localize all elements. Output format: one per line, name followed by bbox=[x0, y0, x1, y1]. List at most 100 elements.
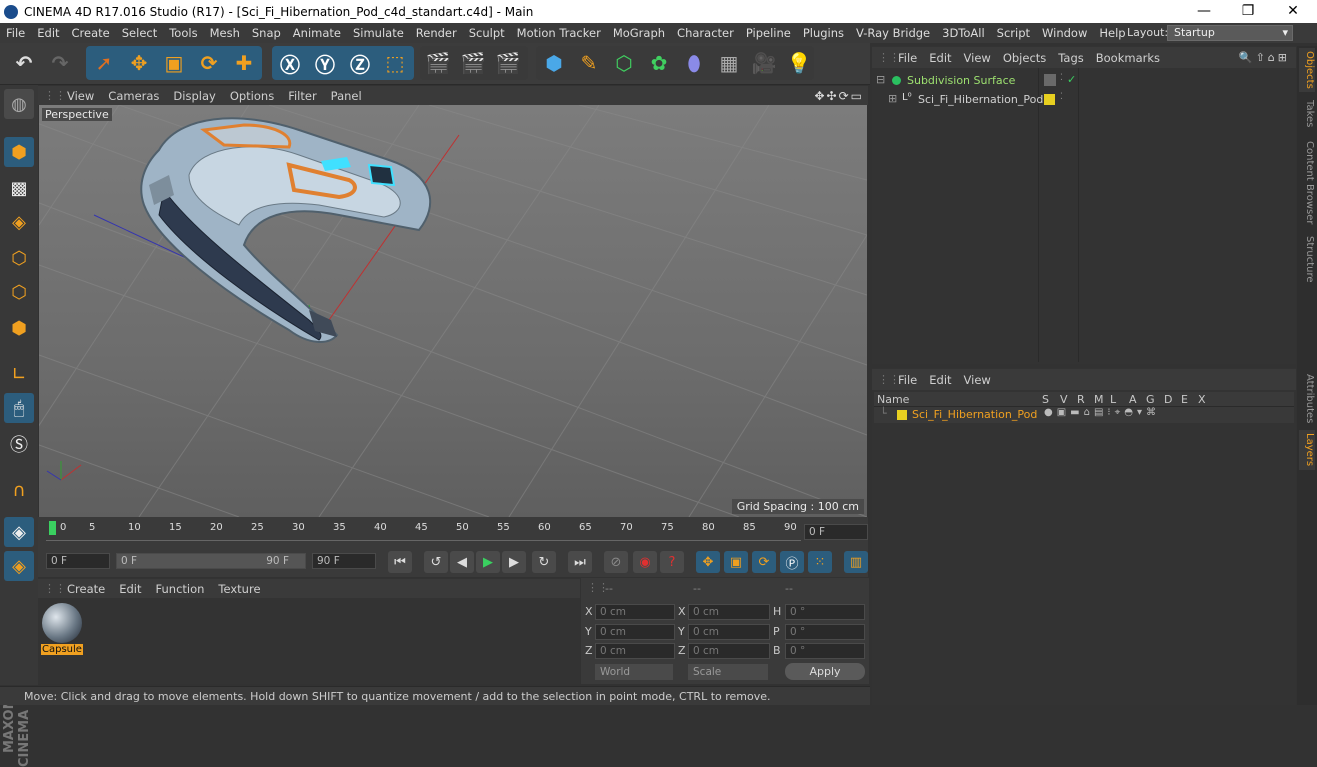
material-menu-texture[interactable]: Texture bbox=[211, 582, 267, 596]
key-parameter-button[interactable]: Ⓟ bbox=[780, 551, 804, 573]
subdivision-button[interactable]: ⬡ bbox=[608, 47, 640, 79]
coordinate-system-button[interactable]: ⬚ bbox=[379, 47, 411, 79]
menu-animate[interactable]: Animate bbox=[287, 26, 347, 40]
key-pla-button[interactable]: ⁙ bbox=[808, 551, 832, 573]
object-menu-file[interactable]: File bbox=[892, 51, 923, 65]
frame-range-slider[interactable]: 0 F 90 F bbox=[116, 553, 306, 569]
size-mode-select[interactable]: Scale bbox=[688, 664, 768, 680]
playhead-marker[interactable] bbox=[49, 521, 56, 535]
light-button[interactable]: 💡 bbox=[783, 47, 815, 79]
layer-col-expressions[interactable]: E bbox=[1181, 393, 1188, 406]
planar-workplane-button[interactable]: ◈ bbox=[4, 551, 34, 581]
object-menu-objects[interactable]: Objects bbox=[997, 51, 1052, 65]
magnet-button[interactable]: ∩ bbox=[4, 475, 34, 505]
workplane-mode-button[interactable]: ◈ bbox=[4, 207, 34, 237]
previous-frame-button[interactable]: ◀ bbox=[450, 551, 474, 573]
point-mode-button[interactable]: ⬡ bbox=[4, 243, 34, 273]
object-row[interactable]: ⊞ L⁰ Sci_Fi_Hibernation_Pod ⁚ bbox=[874, 91, 1294, 109]
layer-col-name[interactable]: Name bbox=[877, 393, 909, 406]
size-z-field[interactable]: 0 cm bbox=[688, 643, 770, 659]
menu-vray-bridge[interactable]: V-Ray Bridge bbox=[850, 26, 936, 40]
menu-help[interactable]: Help bbox=[1093, 26, 1131, 40]
rotate-tool-button[interactable]: ⟳ bbox=[193, 47, 225, 79]
deformer-button[interactable]: ⬮ bbox=[678, 47, 710, 79]
layer-col-xref[interactable]: X bbox=[1198, 393, 1206, 406]
menu-sculpt[interactable]: Sculpt bbox=[463, 26, 511, 40]
material-swatch[interactable]: Capsule bbox=[41, 602, 83, 658]
x-axis-button[interactable]: Ⓧ bbox=[274, 47, 306, 79]
tab-objects[interactable]: Objects bbox=[1299, 48, 1315, 92]
render-view-button[interactable]: 🎬 bbox=[422, 47, 454, 79]
material-menu-create[interactable]: Create bbox=[60, 582, 112, 596]
autokey-button[interactable]: ? bbox=[660, 551, 684, 573]
record-disabled-button[interactable]: ⊘ bbox=[604, 551, 628, 573]
y-axis-button[interactable]: Ⓨ bbox=[309, 47, 341, 79]
snap-button[interactable]: Ⓢ bbox=[4, 429, 34, 459]
layer-col-render[interactable]: R bbox=[1077, 393, 1085, 406]
layer-menu-file[interactable]: File bbox=[892, 373, 923, 387]
layer-col-animation[interactable]: A bbox=[1129, 393, 1137, 406]
render-settings-button[interactable]: 🎬 bbox=[492, 47, 524, 79]
viewport-camera-label[interactable]: Perspective bbox=[42, 108, 112, 121]
menu-tools[interactable]: Tools bbox=[163, 26, 203, 40]
menu-window[interactable]: Window bbox=[1036, 26, 1093, 40]
minimize-button[interactable]: — bbox=[1181, 0, 1227, 23]
next-key-button[interactable]: ↻ bbox=[532, 551, 556, 573]
viewport-nav-icons[interactable]: ✥✣⟳▭ bbox=[814, 89, 864, 103]
size-x-field[interactable]: 0 cm bbox=[688, 604, 770, 620]
layer-row[interactable]: └ Sci_Fi_Hibernation_Pod ●▣▬⌂▤⁝⌖◓▾⌘ bbox=[874, 407, 1294, 423]
live-selection-button[interactable]: ➚ bbox=[88, 47, 120, 79]
layer-toggle-icons[interactable]: ●▣▬⌂▤⁝⌖◓▾⌘ bbox=[1044, 407, 1160, 418]
enabled-check-icon[interactable]: ✓ bbox=[1067, 73, 1076, 86]
search-nav-icons[interactable]: 🔍⇧⌂⊞ bbox=[1239, 51, 1290, 64]
model-mode-button[interactable]: ⬢ bbox=[4, 137, 34, 167]
menu-render[interactable]: Render bbox=[410, 26, 463, 40]
size-y-field[interactable]: 0 cm bbox=[688, 624, 770, 640]
object-menu-view[interactable]: View bbox=[958, 51, 997, 65]
enable-axis-button[interactable]: ∟ bbox=[4, 359, 34, 389]
pos-x-field[interactable]: 0 cm bbox=[595, 604, 675, 620]
layer-col-deformers[interactable]: D bbox=[1164, 393, 1172, 406]
key-rotation-button[interactable]: ⟳ bbox=[752, 551, 776, 573]
tree-collapse-icon[interactable]: ⊟ bbox=[876, 73, 885, 86]
end-frame-field[interactable]: 90 F bbox=[312, 553, 376, 569]
timeline-window-button[interactable]: ▥ bbox=[844, 551, 868, 573]
tab-takes[interactable]: Takes bbox=[1299, 96, 1315, 132]
object-menu-tags[interactable]: Tags bbox=[1052, 51, 1089, 65]
menu-mograph[interactable]: MoGraph bbox=[607, 26, 671, 40]
texture-mode-button[interactable]: ▩ bbox=[4, 173, 34, 203]
viewport-menu-panel[interactable]: Panel bbox=[324, 89, 369, 103]
menu-pipeline[interactable]: Pipeline bbox=[740, 26, 797, 40]
key-scale-button[interactable]: ▣ bbox=[724, 551, 748, 573]
tweak-mode-button[interactable]: 🖱 bbox=[4, 393, 34, 423]
render-picture-viewer-button[interactable]: 🎬 bbox=[457, 47, 489, 79]
redo-button[interactable]: ↷ bbox=[44, 47, 76, 79]
pos-z-field[interactable]: 0 cm bbox=[595, 643, 675, 659]
menu-character[interactable]: Character bbox=[671, 26, 740, 40]
move-tool-button[interactable]: ✥ bbox=[123, 47, 155, 79]
visibility-dots[interactable]: ⁚ bbox=[1060, 92, 1063, 102]
restore-button[interactable]: ❐ bbox=[1225, 0, 1271, 23]
layer-col-solo[interactable]: S bbox=[1042, 393, 1049, 406]
timeline[interactable]: 0 5 10 15 20 25 30 35 40 45 50 55 60 65 … bbox=[38, 517, 868, 547]
rot-b-field[interactable]: 0 ° bbox=[785, 643, 865, 659]
next-frame-button[interactable]: ▶ bbox=[502, 551, 526, 573]
pos-y-field[interactable]: 0 cm bbox=[595, 624, 675, 640]
z-axis-button[interactable]: Ⓩ bbox=[344, 47, 376, 79]
apply-button[interactable]: Apply bbox=[785, 663, 865, 680]
lock-workplane-button[interactable]: ◈ bbox=[4, 517, 34, 547]
rot-p-field[interactable]: 0 ° bbox=[785, 624, 865, 640]
menu-plugins[interactable]: Plugins bbox=[797, 26, 850, 40]
material-menu-edit[interactable]: Edit bbox=[112, 582, 148, 596]
play-button[interactable]: ▶ bbox=[476, 551, 500, 573]
layer-menu-view[interactable]: View bbox=[958, 373, 997, 387]
rot-h-field[interactable]: 0 ° bbox=[785, 604, 865, 620]
menu-file[interactable]: File bbox=[0, 26, 31, 40]
tab-layers[interactable]: Layers bbox=[1299, 430, 1315, 470]
close-button[interactable]: ✕ bbox=[1270, 0, 1316, 23]
layer-menu-edit[interactable]: Edit bbox=[923, 373, 957, 387]
start-frame-field[interactable]: 0 F bbox=[46, 553, 110, 569]
go-to-end-button[interactable]: ⏭ bbox=[568, 551, 592, 573]
menu-script[interactable]: Script bbox=[991, 26, 1036, 40]
polygon-mode-button[interactable]: ⬢ bbox=[4, 313, 34, 343]
